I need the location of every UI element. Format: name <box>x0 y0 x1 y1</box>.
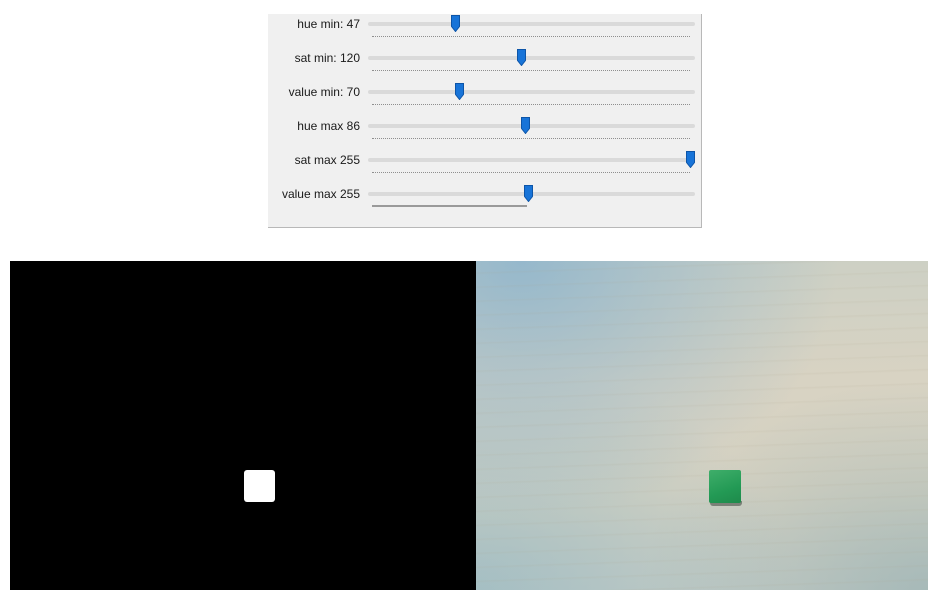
tick-marks <box>372 138 690 139</box>
tick-marks <box>372 70 690 71</box>
slider-thumb-icon[interactable] <box>520 117 530 134</box>
slider-track[interactable] <box>368 158 695 162</box>
tick-marks <box>372 104 690 105</box>
trackbar-label: sat min: 120 <box>294 51 360 65</box>
camera-feed-view <box>476 261 928 590</box>
trackbar-hue-min: hue min: 47 <box>268 14 702 48</box>
slider-thumb-icon[interactable] <box>455 83 465 100</box>
slider-track[interactable] <box>368 56 695 60</box>
slider-thumb-icon[interactable] <box>686 151 695 168</box>
trackbar-label: value max 255 <box>281 187 360 201</box>
trackbar-sat-max: sat max 255 <box>268 150 702 184</box>
detected-object-blob <box>244 470 275 502</box>
green-cube <box>709 470 742 506</box>
slider-track[interactable] <box>368 22 695 26</box>
slider-progress-line <box>372 205 527 207</box>
tick-marks <box>372 172 690 173</box>
tick-marks <box>372 36 690 37</box>
slider-thumb-icon[interactable] <box>517 49 527 66</box>
slider-thumb-icon[interactable] <box>451 15 461 32</box>
trackbar-label: value min: 70 <box>288 85 360 99</box>
trackbar-label: hue max 86 <box>297 119 360 133</box>
table-surface <box>476 261 928 590</box>
trackbar-label: sat max 255 <box>294 153 360 167</box>
cube-face <box>709 470 741 503</box>
trackbar-value-min: value min: 70 <box>268 82 702 116</box>
slider-thumb-icon[interactable] <box>523 185 533 202</box>
trackbar-label: hue min: 47 <box>297 17 360 31</box>
trackbar-value-max: value max 255 <box>268 184 702 218</box>
slider-track[interactable] <box>368 124 695 128</box>
trackbar-panel: hue min: 47 sat min: 120 value min: 70 h… <box>268 14 702 228</box>
trackbar-hue-max: hue max 86 <box>268 116 702 150</box>
trackbar-sat-min: sat min: 120 <box>268 48 702 82</box>
slider-track[interactable] <box>368 90 695 94</box>
threshold-mask-view <box>10 261 476 590</box>
